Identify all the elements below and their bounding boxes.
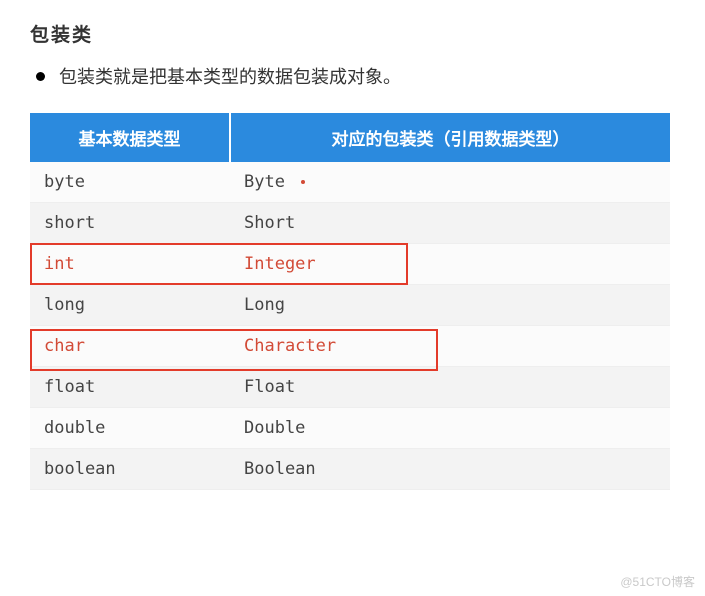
table-row: int Integer	[30, 244, 670, 285]
cell-primitive: char	[30, 326, 230, 367]
bullet-row: 包装类就是把基本类型的数据包装成对象。	[30, 63, 675, 89]
cell-primitive: boolean	[30, 449, 230, 490]
table-header-wrapper: 对应的包装类（引用数据类型）	[230, 113, 670, 162]
cell-primitive: byte	[30, 162, 230, 203]
cell-primitive: double	[30, 408, 230, 449]
cell-wrapper: Long	[230, 285, 670, 326]
cell-wrapper-text: Character	[244, 336, 336, 356]
cell-wrapper: Short	[230, 203, 670, 244]
cell-primitive: long	[30, 285, 230, 326]
cell-wrapper-text: Double	[244, 418, 305, 438]
table-header-primitive: 基本数据类型	[30, 113, 230, 162]
cell-wrapper-text: Short	[244, 213, 295, 233]
wrapper-class-table: 基本数据类型 对应的包装类（引用数据类型） byte Byte short Short…	[30, 113, 670, 490]
cell-primitive: float	[30, 367, 230, 408]
table-row: byte Byte	[30, 162, 670, 203]
cell-primitive: short	[30, 203, 230, 244]
page-title: 包装类	[30, 20, 675, 47]
cell-wrapper: Float	[230, 367, 670, 408]
cell-wrapper-text: Boolean	[244, 459, 316, 479]
cell-primitive: int	[30, 244, 230, 285]
watermark: @51CTO博客	[620, 573, 695, 590]
cell-wrapper: Character	[230, 326, 670, 367]
cell-wrapper-text: Integer	[244, 254, 316, 274]
cell-wrapper: Integer	[230, 244, 670, 285]
red-dot-icon	[301, 180, 305, 184]
cell-wrapper-text: Float	[244, 377, 295, 397]
table-header-row: 基本数据类型 对应的包装类（引用数据类型）	[30, 113, 670, 162]
table-row: long Long	[30, 285, 670, 326]
cell-wrapper-text: Long	[244, 295, 285, 315]
table-row: char Character	[30, 326, 670, 367]
cell-wrapper: Double	[230, 408, 670, 449]
table-row: boolean Boolean	[30, 449, 670, 490]
cell-wrapper-text: Byte	[244, 172, 285, 192]
bullet-text: 包装类就是把基本类型的数据包装成对象。	[59, 63, 401, 89]
bullet-icon	[36, 72, 45, 81]
cell-wrapper: Boolean	[230, 449, 670, 490]
cell-wrapper: Byte	[230, 162, 670, 203]
table-wrap: 基本数据类型 对应的包装类（引用数据类型） byte Byte short Short…	[30, 113, 670, 490]
table-row: float Float	[30, 367, 670, 408]
table-row: double Double	[30, 408, 670, 449]
table-row: short Short	[30, 203, 670, 244]
